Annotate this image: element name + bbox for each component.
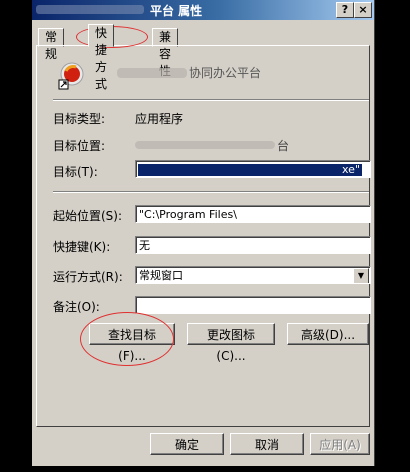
hotkey-input[interactable]: 无 xyxy=(135,236,371,254)
separator xyxy=(53,99,369,101)
cancel-button[interactable]: 取消 xyxy=(230,433,304,455)
comment-input[interactable] xyxy=(135,296,371,314)
close-button[interactable]: × xyxy=(354,2,372,18)
find-target-button[interactable]: 查找目标(F)... xyxy=(89,323,175,363)
tab-shortcut[interactable]: 快捷方式 xyxy=(88,24,115,91)
apply-button[interactable]: 应用(A) xyxy=(310,433,370,455)
app-icon xyxy=(58,62,84,90)
hotkey-label: 快捷键(K): xyxy=(53,240,111,254)
target-location-label: 目标位置: xyxy=(53,139,106,153)
run-select[interactable]: 常规窗口 ▼ xyxy=(135,266,371,284)
start-in-label: 起始位置(S): xyxy=(53,209,123,223)
comment-label: 备注(O): xyxy=(53,300,100,314)
title-bar[interactable]: 平台 属性 ? × xyxy=(32,0,374,20)
shortcut-panel: 协同办公平台 目标类型: 应用程序 目标位置: 台 目标(T): xe" 起始位… xyxy=(36,45,371,427)
run-label: 运行方式(R): xyxy=(53,270,123,284)
ok-button[interactable]: 确定 xyxy=(150,433,224,455)
target-value-tail: xe" xyxy=(342,163,360,176)
title-redacted xyxy=(36,5,144,14)
properties-dialog: 平台 属性 ? × 常规 快捷方式 兼容性 协同办公平台 目标类型: 应用程序 … xyxy=(32,0,375,466)
help-button[interactable]: ? xyxy=(336,2,354,18)
window-title: 平台 属性 xyxy=(150,4,203,18)
start-in-input[interactable]: "C:\Program Files\ xyxy=(135,205,371,223)
target-location-value: 台 xyxy=(277,139,290,153)
target-location-redacted xyxy=(135,141,275,149)
start-in-value: "C:\Program Files\ xyxy=(139,208,237,221)
run-value: 常规窗口 xyxy=(139,269,183,282)
advanced-button[interactable]: 高级(D)... xyxy=(287,323,369,345)
hotkey-value: 无 xyxy=(139,239,150,252)
target-type-value: 应用程序 xyxy=(135,112,184,126)
target-type-label: 目标类型: xyxy=(53,112,106,126)
target-selection: xe" xyxy=(138,163,362,176)
target-input[interactable]: xe" xyxy=(135,160,371,178)
change-icon-button[interactable]: 更改图标(C)... xyxy=(187,323,275,363)
chevron-down-icon[interactable]: ▼ xyxy=(353,268,369,283)
target-label: 目标(T): xyxy=(53,165,98,179)
app-name: 协同办公平台 xyxy=(189,66,262,80)
app-name-redacted xyxy=(117,68,187,78)
separator xyxy=(53,191,369,193)
